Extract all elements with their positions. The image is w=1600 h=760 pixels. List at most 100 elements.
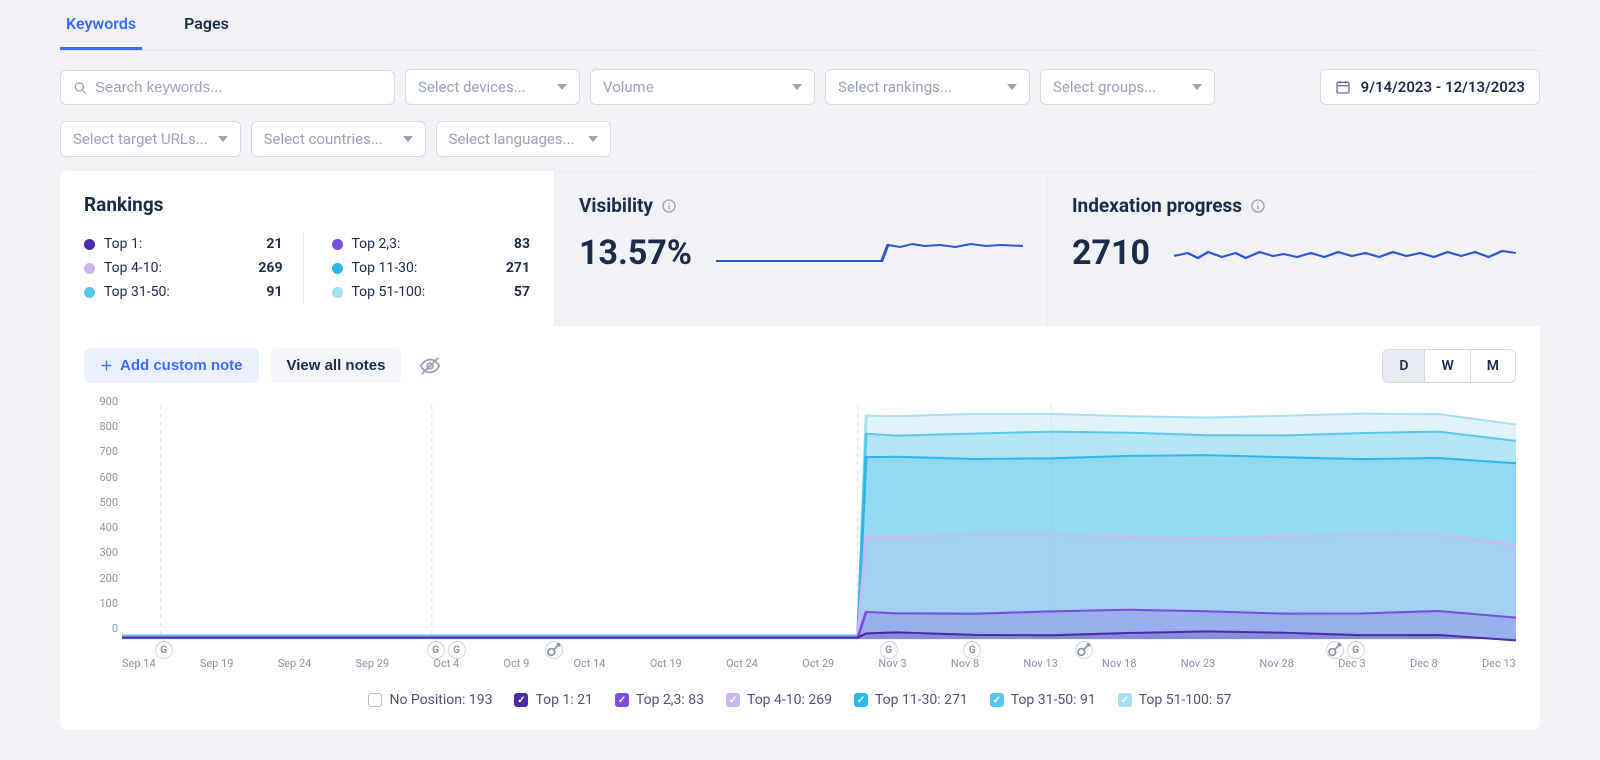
select-countries-label: Select countries...: [264, 130, 383, 148]
x-axis: Sep 14Sep 19Sep 24Sep 29Oct 4Oct 9Oct 14…: [122, 657, 1516, 670]
dot-icon: [332, 263, 343, 274]
date-range-picker[interactable]: 9/14/2023 - 12/13/2023: [1320, 69, 1540, 105]
legend-label: Top 11-30: 271: [875, 692, 968, 708]
rankings-title: Rankings: [84, 193, 530, 216]
legend-item[interactable]: ✓Top 2,3: 83: [615, 692, 704, 708]
info-icon[interactable]: [1250, 198, 1266, 214]
legend-checkbox-icon: ✓: [854, 693, 868, 707]
rank-label: Top 2,3:: [352, 236, 401, 252]
x-tick: Dec 13: [1482, 657, 1516, 670]
select-devices-dropdown[interactable]: Select devices...: [405, 69, 580, 105]
x-tick: Sep 19: [200, 657, 234, 670]
select-countries-dropdown[interactable]: Select countries...: [251, 121, 426, 157]
legend-item[interactable]: ✓Top 51-100: 57: [1118, 692, 1232, 708]
chart-plot[interactable]: GGGGGG: [122, 391, 1516, 653]
add-custom-note-button[interactable]: Add custom note: [84, 348, 259, 383]
visibility-title: Visibility: [579, 194, 653, 217]
x-tick: Sep 24: [278, 657, 312, 670]
rank-value: 57: [514, 284, 530, 300]
rank-value: 271: [506, 260, 530, 276]
chevron-down-icon: [1192, 84, 1202, 90]
legend-checkbox-icon: ✓: [726, 693, 740, 707]
date-range-label: 9/14/2023 - 12/13/2023: [1361, 78, 1525, 96]
x-tick: Oct 4: [433, 657, 459, 670]
chevron-down-icon: [218, 136, 228, 142]
plus-icon: [100, 359, 113, 372]
visibility-value: 13.57%: [579, 233, 692, 273]
x-tick: Oct 29: [802, 657, 834, 670]
period-m[interactable]: M: [1470, 350, 1515, 382]
select-groups-dropdown[interactable]: Select groups...: [1040, 69, 1215, 105]
add-custom-note-label: Add custom note: [120, 357, 243, 374]
x-tick: Sep 14: [122, 657, 156, 670]
legend-checkbox-icon: ✓: [990, 693, 1004, 707]
calendar-icon: [1335, 79, 1351, 95]
y-tick: 200: [84, 572, 118, 585]
stats-row: Rankings Top 1:21Top 4-10:269Top 31-50:9…: [60, 171, 1540, 326]
legend-item[interactable]: ✓Top 4-10: 269: [726, 692, 832, 708]
x-tick: Nov 13: [1023, 657, 1057, 670]
legend-label: Top 2,3: 83: [636, 692, 704, 708]
search-icon: [73, 80, 87, 95]
chevron-down-icon: [403, 136, 413, 142]
rank-item: Top 4-10: 269: [84, 256, 283, 280]
y-tick: 100: [84, 597, 118, 610]
x-tick: Nov 18: [1102, 657, 1136, 670]
select-rankings-dropdown[interactable]: Select rankings...: [825, 69, 1030, 105]
toggle-notes-visibility[interactable]: [413, 349, 447, 383]
rank-label: Top 4-10:: [104, 260, 162, 276]
select-target-urls-dropdown[interactable]: Select target URLs...: [60, 121, 241, 157]
search-keywords-input[interactable]: [60, 70, 395, 105]
tab-keywords[interactable]: Keywords: [60, 0, 142, 50]
legend-item[interactable]: No Position: 193: [368, 692, 492, 708]
tab-pages[interactable]: Pages: [178, 0, 235, 50]
x-tick: Nov 28: [1259, 657, 1293, 670]
period-toggle: D W M: [1382, 349, 1516, 383]
x-tick: Dec 3: [1338, 657, 1366, 670]
indexation-sparkline: [1174, 233, 1516, 273]
x-tick: Sep 29: [356, 657, 390, 670]
indexation-value: 2710: [1072, 233, 1150, 273]
period-d[interactable]: D: [1383, 350, 1424, 382]
rank-item: Top 2,3:83: [332, 232, 531, 256]
info-icon[interactable]: [661, 198, 677, 214]
visibility-card: Visibility 13.57%: [555, 171, 1048, 326]
legend-item[interactable]: ✓Top 1: 21: [514, 692, 592, 708]
y-tick: 900: [84, 395, 118, 408]
search-keywords-field[interactable]: [95, 79, 382, 96]
rank-item: Top 51-100:57: [332, 280, 531, 304]
select-languages-label: Select languages...: [449, 130, 575, 148]
view-all-notes-button[interactable]: View all notes: [271, 348, 402, 383]
legend-item[interactable]: ✓ Top 11-30: 271: [854, 692, 968, 708]
rank-label: Top 1:: [104, 236, 142, 252]
x-tick: Oct 24: [726, 657, 758, 670]
rank-value: 21: [266, 236, 282, 252]
chart-card: Add custom note View all notes D W M 010…: [60, 326, 1540, 730]
chart-legend: No Position: 193✓Top 1: 21✓Top 2,3: 83✓T…: [84, 692, 1516, 708]
x-tick: Nov 3: [878, 657, 906, 670]
legend-item[interactable]: ✓Top 31-50: 91: [990, 692, 1096, 708]
main-tabs: Keywords Pages: [60, 0, 1540, 51]
indexation-card: Indexation progress 2710: [1048, 171, 1540, 326]
indexation-title: Indexation progress: [1072, 194, 1242, 217]
x-tick: Dec 8: [1410, 657, 1438, 670]
x-tick: Oct 9: [503, 657, 529, 670]
rankings-card: Rankings Top 1:21Top 4-10:269Top 31-50:9…: [60, 171, 555, 326]
y-tick: 300: [84, 546, 118, 559]
rank-label: Top 31-50:: [104, 284, 170, 300]
select-volume-dropdown[interactable]: Volume: [590, 69, 815, 105]
chevron-down-icon: [557, 84, 567, 90]
y-tick: 600: [84, 471, 118, 484]
rank-item: Top 1: 21: [84, 232, 283, 256]
y-tick: 700: [84, 445, 118, 458]
dot-icon: [84, 239, 95, 250]
select-devices-label: Select devices...: [418, 78, 526, 96]
legend-label: Top 51-100: 57: [1139, 692, 1232, 708]
period-w[interactable]: W: [1424, 350, 1469, 382]
y-tick: 400: [84, 521, 118, 534]
rank-item: Top 11-30:271: [332, 256, 531, 280]
legend-checkbox-icon: [368, 693, 382, 707]
select-languages-dropdown[interactable]: Select languages...: [436, 121, 611, 157]
dot-icon: [332, 239, 343, 250]
rank-value: 269: [258, 260, 282, 276]
